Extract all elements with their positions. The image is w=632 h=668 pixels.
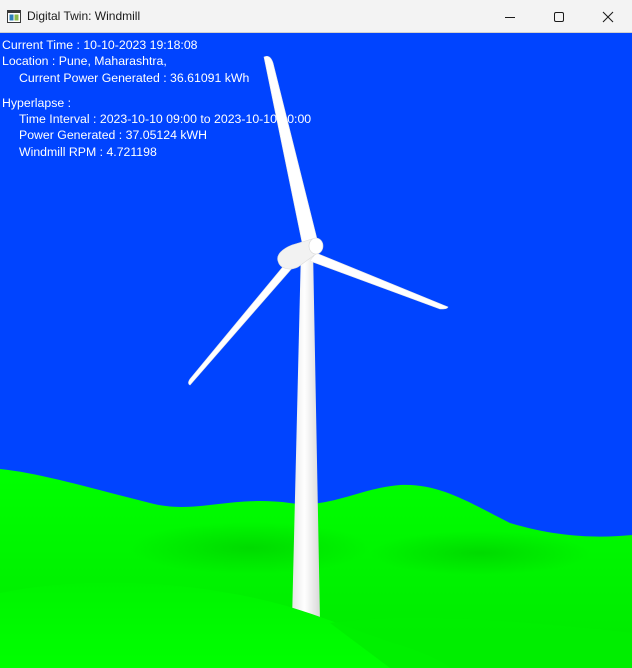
maximize-button[interactable] [535,0,583,33]
hill-shadow-2 [370,531,590,575]
time-interval-text: Time Interval : 2023-10-10 09:00 to 2023… [19,112,312,127]
current-time-text: Current Time : 10-10-2023 19:18:08 [2,38,198,52]
minimize-button[interactable] [486,0,534,33]
app-window-icon [7,10,21,23]
windmill-hub [308,237,324,255]
hill-shadow [130,522,370,574]
app-window: Digital Twin: Windmill Current Time: 10… [0,0,632,668]
hyperlapse-heading: Hyperlapse : [2,95,72,110]
location-text: Location : Pune, Maharashtra, [2,54,167,69]
current-power-text: Current Power Generated : 36.61091 kWh [19,70,250,85]
maximize-icon [553,11,565,23]
windmill-rpm-text: Windmill RPM : 4.721198 [19,144,157,159]
power-generated-text: Power Generated : 37.05124 kWH [19,128,207,143]
window-title: Digital Twin: Windmill [27,9,141,23]
close-icon [602,11,614,23]
render-viewport[interactable]: Current Time : 10-10-2023 19:18:08 Locat… [0,33,632,668]
telemetry-overlay: Current Time : 10-10-2023 19:18:08 Locat… [2,37,311,160]
minimize-icon [504,11,516,23]
close-button[interactable] [584,0,632,33]
title-bar[interactable]: Digital Twin: Windmill [0,0,632,33]
